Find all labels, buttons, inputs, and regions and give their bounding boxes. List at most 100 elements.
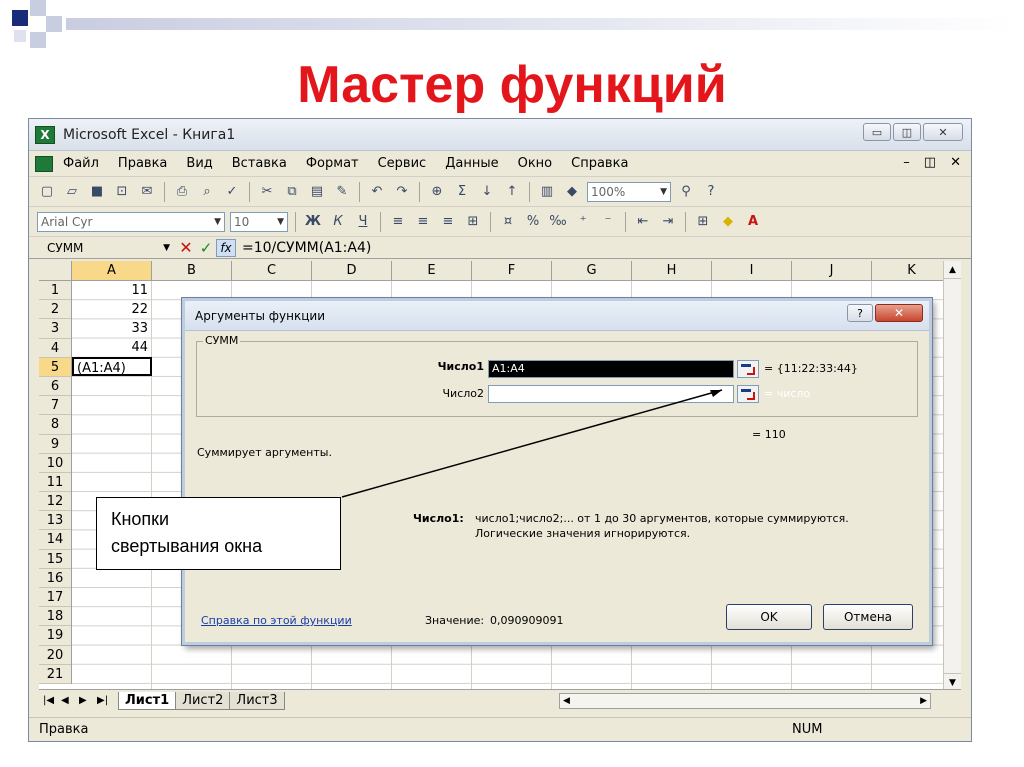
menu-help[interactable]: Справка (571, 156, 628, 171)
decrease-decimal-icon[interactable]: ⁻ (598, 212, 618, 232)
thousands-icon[interactable]: ‰ (548, 212, 568, 232)
bold-icon[interactable]: Ж (303, 212, 323, 232)
ok-button[interactable]: OK (726, 604, 812, 630)
drawing-icon[interactable]: ◆ (562, 182, 582, 202)
hyperlink-icon[interactable]: ⊕ (427, 182, 447, 202)
zoom-select[interactable]: 100% ▼ (587, 181, 671, 202)
autosum-icon[interactable]: Σ (452, 182, 472, 202)
last-sheet-icon[interactable]: ▶| (97, 695, 111, 706)
cancel-formula-icon[interactable]: ✕ (176, 238, 196, 257)
font-size-select[interactable]: 10 ▼ (230, 211, 288, 232)
decrease-indent-icon[interactable]: ⇤ (633, 212, 653, 232)
row-header[interactable]: 4 (39, 339, 71, 358)
undo-icon[interactable]: ↶ (367, 182, 387, 202)
dialog-close-button[interactable]: ✕ (875, 304, 923, 322)
scroll-left-icon[interactable]: ◀ (563, 694, 570, 708)
column-header[interactable]: J (792, 261, 872, 280)
row-header[interactable]: 6 (39, 377, 71, 397)
cell-a4[interactable]: 44 (72, 338, 152, 357)
row-header[interactable]: 19 (39, 626, 71, 646)
align-right-icon[interactable]: ≡ (438, 212, 458, 232)
row-header[interactable]: 8 (39, 415, 71, 435)
row-header[interactable]: 18 (39, 607, 71, 627)
column-header[interactable]: E (392, 261, 472, 280)
collapse-dialog-icon[interactable] (737, 360, 759, 378)
cell-a1[interactable]: 11 (72, 281, 152, 300)
redo-icon[interactable]: ↷ (392, 182, 412, 202)
column-header[interactable]: D (312, 261, 392, 280)
new-icon[interactable]: ▢ (37, 182, 57, 202)
horizontal-scrollbar[interactable]: ◀ ▶ (559, 692, 931, 709)
dialog-help-button[interactable]: ? (847, 304, 873, 322)
sort-ascending-icon[interactable]: ↓ (477, 182, 497, 202)
italic-icon[interactable]: К (328, 212, 348, 232)
underline-icon[interactable]: Ч (353, 212, 373, 232)
column-header[interactable]: B (152, 261, 232, 280)
align-center-icon[interactable]: ≡ (413, 212, 433, 232)
doc-minimize-button[interactable]: – (903, 155, 910, 170)
permission-icon[interactable]: ⊡ (112, 182, 132, 202)
select-all-corner[interactable] (39, 261, 72, 280)
row-header[interactable]: 16 (39, 569, 71, 588)
chart-wizard-icon[interactable]: ▥ (537, 182, 557, 202)
cell-a5[interactable]: (A1:A4) (72, 357, 152, 376)
borders-icon[interactable]: ⊞ (693, 212, 713, 232)
vertical-scrollbar[interactable]: ▲ ▼ (943, 261, 961, 691)
insert-function-icon[interactable]: fx (216, 238, 236, 257)
currency-icon[interactable]: ¤ (498, 212, 518, 232)
sheet-tab[interactable]: Лист3 (229, 691, 285, 710)
name-box[interactable]: СУММ ▼ (41, 238, 176, 258)
formula-text[interactable]: =10/СУММ(A1:A4) (242, 240, 371, 256)
copy-icon[interactable]: ⧉ (282, 182, 302, 202)
increase-indent-icon[interactable]: ⇥ (658, 212, 678, 232)
collapse-dialog-icon[interactable] (737, 385, 759, 403)
scroll-up-icon[interactable]: ▲ (944, 261, 961, 279)
doc-restore-button[interactable]: ◫ (924, 155, 936, 170)
cell-a3[interactable]: 33 (72, 319, 152, 338)
open-icon[interactable]: ▱ (62, 182, 82, 202)
row-header[interactable]: 10 (39, 454, 71, 473)
menu-format[interactable]: Формат (306, 156, 359, 171)
row-header[interactable]: 2 (39, 300, 71, 320)
cut-icon[interactable]: ✂ (257, 182, 277, 202)
row-header[interactable]: 12 (39, 492, 71, 512)
cancel-button[interactable]: Отмена (823, 604, 913, 630)
row-header[interactable]: 9 (39, 435, 71, 454)
percent-icon[interactable]: % (523, 212, 543, 232)
font-color-icon[interactable]: A (743, 212, 763, 232)
row-header[interactable]: 14 (39, 530, 71, 550)
row-header[interactable]: 15 (39, 550, 71, 569)
row-header[interactable]: 7 (39, 396, 71, 416)
menu-view[interactable]: Вид (186, 156, 212, 171)
sort-descending-icon[interactable]: ↑ (502, 182, 522, 202)
font-name-select[interactable]: Arial Cyr ▼ (37, 211, 225, 232)
restore-button[interactable]: ◫ (893, 123, 921, 141)
row-header[interactable]: 3 (39, 319, 71, 339)
column-header[interactable]: I (712, 261, 792, 280)
row-header[interactable]: 13 (39, 511, 71, 531)
email-icon[interactable]: ✉ (137, 182, 157, 202)
menu-edit[interactable]: Правка (118, 156, 167, 171)
row-header[interactable]: 17 (39, 588, 71, 608)
align-left-icon[interactable]: ≡ (388, 212, 408, 232)
menu-tools[interactable]: Сервис (378, 156, 427, 171)
row-header[interactable]: 21 (39, 665, 71, 684)
column-header[interactable]: K (872, 261, 952, 280)
row-header[interactable]: 11 (39, 473, 71, 493)
print-preview-icon[interactable]: ⌕ (197, 182, 217, 202)
sheet-tab[interactable]: Лист1 (118, 691, 177, 710)
arg1-input[interactable]: A1:A4 (488, 360, 734, 378)
fill-color-icon[interactable]: ◆ (718, 212, 738, 232)
spelling-icon[interactable]: ✓ (222, 182, 242, 202)
row-header[interactable]: 20 (39, 646, 71, 665)
prev-sheet-icon[interactable]: ◀ (61, 695, 75, 706)
cell-a2[interactable]: 22 (72, 300, 152, 319)
save-icon[interactable]: ■ (87, 182, 107, 202)
column-header[interactable]: G (552, 261, 632, 280)
menu-file[interactable]: Файл (63, 156, 99, 171)
workbook-icon[interactable] (35, 155, 53, 172)
minimize-button[interactable]: ▭ (863, 123, 891, 141)
arg2-input[interactable] (488, 385, 734, 403)
research-icon[interactable]: ⚲ (676, 182, 696, 202)
column-header[interactable]: A (72, 261, 152, 280)
